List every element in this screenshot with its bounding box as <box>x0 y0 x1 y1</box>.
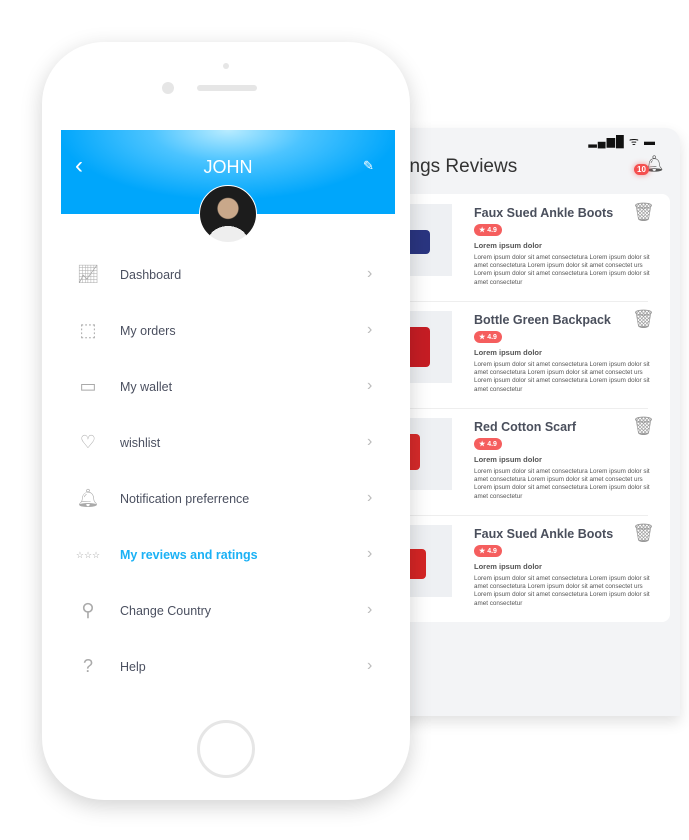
avatar[interactable] <box>199 185 257 243</box>
box-icon: ⬚ <box>79 320 97 340</box>
trash-icon[interactable]: 🗑︎ <box>632 416 655 437</box>
status-bar: ▂▄▆█ ᯤ ▬ <box>588 136 656 148</box>
menu-item-label: Change Country <box>120 604 212 618</box>
home-button[interactable] <box>197 720 255 778</box>
review-list: Faux Sued Ankle Boots ★ 4.9 Lorem ipsum … <box>400 194 670 622</box>
review-subtitle: Lorem ipsum dolor <box>474 241 542 250</box>
reviews-screen: ▂▄▆█ ᯤ ▬ tings Reviews 🔔︎ 10 Faux Sued A… <box>392 128 680 716</box>
chevron-right-icon: › <box>367 489 373 506</box>
user-name: JOHN <box>203 157 253 177</box>
sensor <box>223 63 229 69</box>
menu-item-help[interactable]: ? Help › <box>61 648 395 688</box>
menu-item-notification-preference[interactable]: 🔔︎ Notification preferrence › <box>61 480 395 520</box>
product-title: Faux Sued Ankle Boots <box>474 527 614 541</box>
trash-icon[interactable]: 🗑︎ <box>632 202 655 223</box>
pencil-icon[interactable]: ✎ <box>363 158 374 174</box>
review-card[interactable]: Bottle Green Backpack ★ 4.9 Lorem ipsum … <box>400 301 670 408</box>
rating-badge: ★ 4.9 <box>474 224 502 236</box>
product-title: Faux Sued Ankle Boots <box>474 206 614 220</box>
rating-badge: ★ 4.9 <box>474 438 502 450</box>
menu-item-label: My orders <box>120 324 176 338</box>
location-pin-icon: ⚲ <box>81 600 95 620</box>
review-card[interactable]: Faux Sued Ankle Boots ★ 4.9 Lorem ipsum … <box>400 515 670 622</box>
trash-icon[interactable]: 🗑︎ <box>632 309 655 330</box>
chevron-right-icon: › <box>367 545 373 562</box>
product-title: Red Cotton Scarf <box>474 420 577 434</box>
page-title: tings Reviews <box>400 156 518 177</box>
menu-item-wishlist[interactable]: ♡ wishlist › <box>61 424 395 464</box>
review-body: Lorem ipsum dolor sit amet consectetura … <box>474 575 650 607</box>
review-body: Lorem ipsum dolor sit amet consectetura … <box>474 468 650 500</box>
chevron-right-icon: › <box>367 321 373 338</box>
stars-icon: ☆☆☆ <box>75 550 101 560</box>
rating-badge: ★ 4.9 <box>474 331 502 343</box>
menu-item-label: wishlist <box>120 436 161 450</box>
question-icon: ? <box>82 656 93 676</box>
speaker <box>197 85 257 91</box>
menu-item-my-wallet[interactable]: ▭ My wallet › <box>61 368 395 408</box>
profile-screen: ‹ JOHN ✎ 📈︎ Dashboard › ⬚ My orders › ▭ My wall… <box>61 130 395 702</box>
phone-frame: ‹ JOHN ✎ 📈︎ Dashboard › ⬚ My orders › ▭ My wall… <box>42 42 410 800</box>
review-card[interactable]: Red Cotton Scarf ★ 4.9 Lorem ipsum dolor… <box>400 408 670 515</box>
menu-item-dashboard[interactable]: 📈︎ Dashboard › <box>61 256 395 296</box>
review-body: Lorem ipsum dolor sit amet consectetura … <box>474 361 650 393</box>
menu-item-label: My reviews and ratings <box>120 548 258 562</box>
wallet-icon: ▭ <box>79 376 97 396</box>
camera <box>162 82 174 94</box>
chevron-right-icon: › <box>367 657 373 674</box>
chevron-right-icon: › <box>367 601 373 618</box>
menu-item-my-reviews[interactable]: ☆☆☆ My reviews and ratings › <box>61 536 395 576</box>
notification-badge: 10 <box>634 164 649 175</box>
chevron-right-icon: › <box>367 377 373 394</box>
menu-item-label: Help <box>120 660 146 674</box>
chart-icon: 📈︎ <box>76 264 100 284</box>
menu-item-label: My wallet <box>120 380 173 394</box>
rating-badge: ★ 4.9 <box>474 545 502 557</box>
review-card[interactable]: Faux Sued Ankle Boots ★ 4.9 Lorem ipsum … <box>400 194 670 301</box>
menu-item-change-country[interactable]: ⚲ Change Country › <box>61 592 395 632</box>
review-subtitle: Lorem ipsum dolor <box>474 455 542 464</box>
chevron-right-icon: › <box>367 433 373 450</box>
menu-item-my-orders[interactable]: ⬚ My orders › <box>61 312 395 352</box>
menu-item-label: Dashboard <box>120 268 182 282</box>
trash-icon[interactable]: 🗑︎ <box>632 523 655 544</box>
product-title: Bottle Green Backpack <box>474 313 611 327</box>
menu-item-label: Notification preferrence <box>120 492 250 506</box>
bell-icon: 🔔︎ <box>76 488 100 508</box>
heart-icon: ♡ <box>79 432 97 452</box>
review-body: Lorem ipsum dolor sit amet consectetura … <box>474 254 650 286</box>
review-subtitle: Lorem ipsum dolor <box>474 562 542 571</box>
review-subtitle: Lorem ipsum dolor <box>474 348 542 357</box>
chevron-right-icon: › <box>367 265 373 282</box>
